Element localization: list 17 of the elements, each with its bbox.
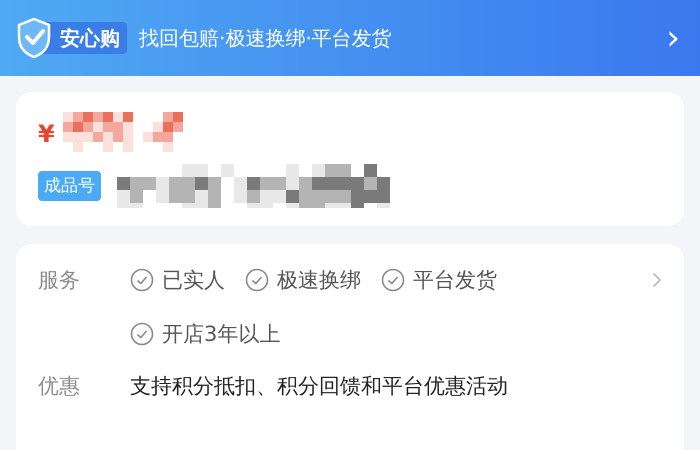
row-label: 优惠 bbox=[38, 373, 81, 400]
service-item: 开店3年以上 bbox=[162, 321, 280, 348]
currency-symbol: ¥ bbox=[38, 119, 55, 150]
product-tag: 成品号 bbox=[38, 171, 101, 201]
check-circle-icon bbox=[381, 268, 405, 292]
offer-text: 支持积分抵扣、积分回馈和平台优惠活动 bbox=[130, 373, 508, 400]
tagline: 找回包赔·极速换绑·平台发货 bbox=[139, 25, 393, 52]
check-circle-icon bbox=[130, 268, 154, 292]
row-label: 服务 bbox=[38, 267, 81, 294]
shield-check-icon bbox=[16, 17, 52, 59]
chevron-icon[interactable] bbox=[652, 272, 662, 288]
service-item: 极速换绑 bbox=[277, 267, 361, 294]
check-circle-icon bbox=[245, 268, 269, 292]
service-item: 平台发货 bbox=[413, 267, 497, 294]
check-circle-icon bbox=[130, 322, 154, 346]
service-item: 已实人 bbox=[162, 267, 225, 294]
chevron-button[interactable]: › bbox=[662, 21, 684, 55]
